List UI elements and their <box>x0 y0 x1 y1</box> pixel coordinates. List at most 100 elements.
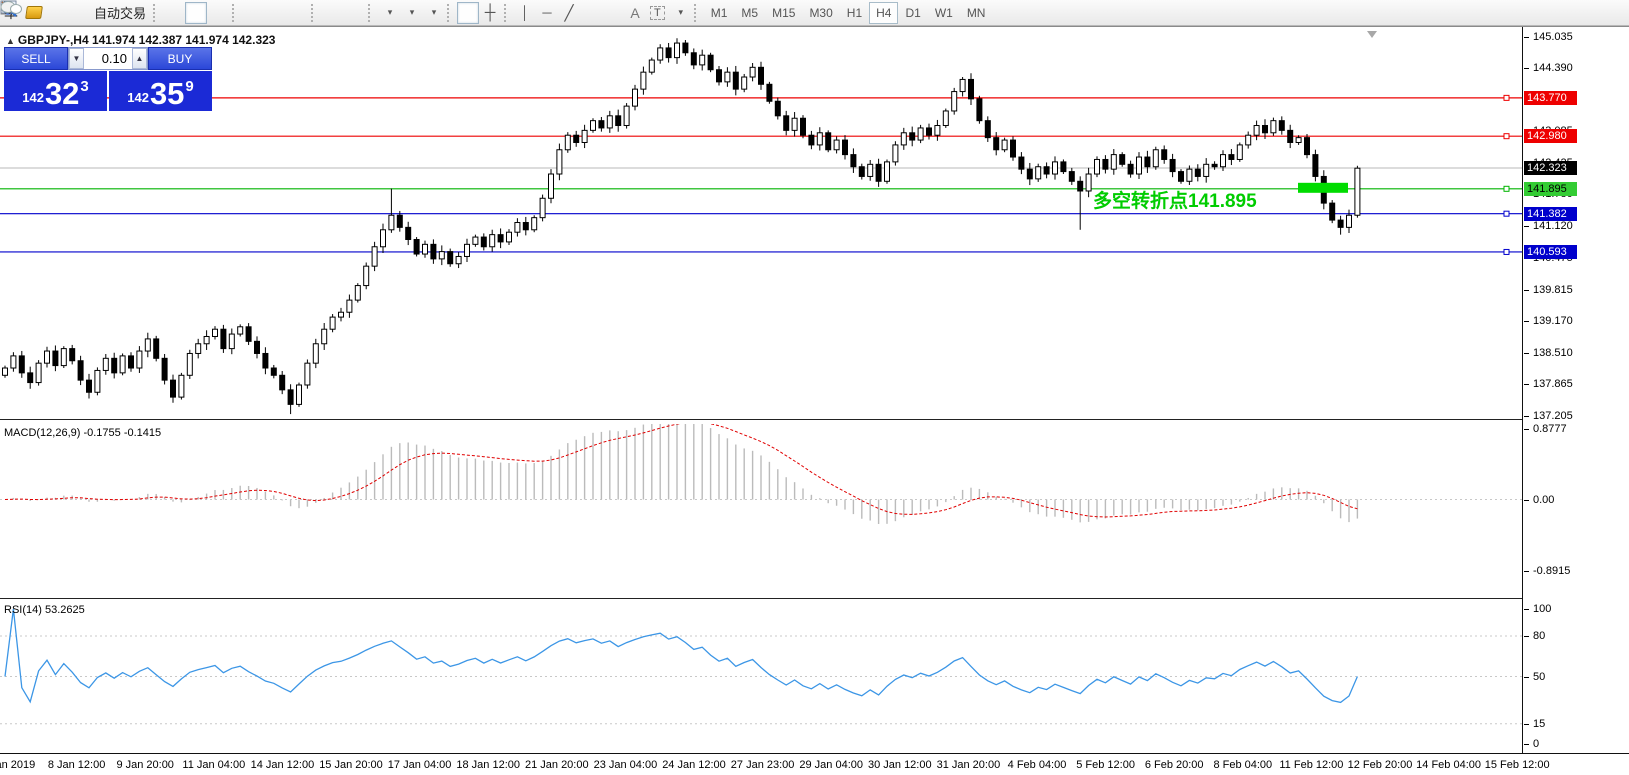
channel-tool-button[interactable]: E <box>1 1 602 24</box>
candle-body <box>774 100 781 117</box>
tile-windows-button[interactable] <box>1 1 308 24</box>
buy-price[interactable]: 142 35 9 <box>109 71 212 111</box>
date-tick-label: 23 Jan 04:00 <box>593 759 658 771</box>
zoom-in-button[interactable] <box>1 1 264 24</box>
candle-body <box>917 127 924 141</box>
caret-down-icon: ▾ <box>678 7 684 17</box>
indicators-button[interactable]: ▾ <box>0 1 400 24</box>
crosshair-tool-button[interactable]: ┼ <box>479 2 501 24</box>
buy-button[interactable]: BUY <box>148 47 212 70</box>
candle-body <box>1304 137 1310 156</box>
candle-body <box>1152 149 1159 168</box>
price-tick-label: 80 <box>1524 630 1545 642</box>
volume-decrease-button[interactable]: ▼ <box>69 48 84 69</box>
candle-body <box>716 69 722 83</box>
date-tick-label: 11 Jan 04:00 <box>182 759 246 771</box>
rsi-panel[interactable]: RSI(14) 53.2625 <box>0 601 1522 753</box>
toolbar-grip <box>447 3 454 22</box>
caret-down-icon: ▾ <box>431 7 437 17</box>
toolbar-grip <box>153 3 160 22</box>
candle-body <box>279 374 286 391</box>
signal-icon[interactable] <box>1 0 90 24</box>
rsi-line <box>4 608 1358 704</box>
timeframe-D1[interactable]: D1 <box>898 2 927 24</box>
price-axis[interactable]: 145.035144.390143.745143.085142.425141.7… <box>1522 27 1629 753</box>
candle-body <box>1018 156 1025 170</box>
arrows-tool-button[interactable]: ▾ <box>1 1 691 24</box>
candle-body <box>422 243 428 255</box>
chart-shift-marker[interactable] <box>1367 31 1377 38</box>
candle-body <box>581 129 588 143</box>
chart-shift-button[interactable] <box>4 2 365 24</box>
candle-body <box>531 217 538 231</box>
bar-chart-type-button[interactable] <box>2 2 185 24</box>
volume-value[interactable]: 0.10 <box>84 48 132 69</box>
auto-trading-button[interactable]: 自动交易 <box>0 1 150 24</box>
sell-price[interactable]: 142 32 3 <box>4 71 107 111</box>
date-axis[interactable]: 7 Jan 2019 8 Jan 12:00 9 Jan 20:00 11 Jan 0… <box>0 753 1629 775</box>
cursor-tool-button[interactable] <box>4 1 480 24</box>
green-highlight-bar[interactable] <box>1298 182 1348 193</box>
text-tool-button[interactable]: A <box>624 2 646 24</box>
candle-body <box>665 47 672 59</box>
candle-body <box>514 222 521 233</box>
candlestick-chart[interactable] <box>0 29 1522 419</box>
macd-chart[interactable] <box>0 424 1522 598</box>
candle-body <box>237 326 244 335</box>
date-tick-label: 4 Feb 04:00 <box>1007 759 1067 771</box>
history-center-icon[interactable] <box>22 2 46 24</box>
top-toolbar: 单 自动交易 ▾ ▾ ▾ ┼ │ ─ ╱ E F A T ▾ M1M5M15M3… <box>0 0 1629 26</box>
candle-body <box>791 117 798 131</box>
line-handle[interactable] <box>1503 133 1510 140</box>
candle-body <box>707 54 714 71</box>
date-tick-label: 7 Jan 2019 <box>0 759 36 771</box>
candlestick-chart-type-button[interactable] <box>2 1 208 24</box>
timeframe-H4[interactable]: H4 <box>869 1 899 24</box>
candle-body <box>69 348 76 362</box>
sell-price-big: 32 <box>44 76 80 111</box>
timeframe-M15[interactable]: M15 <box>765 2 802 24</box>
timeframe-MN[interactable]: MN <box>960 2 993 24</box>
candle-body <box>1102 158 1109 170</box>
timeframe-M1[interactable]: M1 <box>704 2 735 24</box>
candle-body <box>1110 154 1117 170</box>
timeframe-H1[interactable]: H1 <box>840 2 869 24</box>
label-tool-button[interactable]: T <box>646 2 669 24</box>
macd-panel[interactable]: MACD(12,26,9) -0.1755 -0.1415 <box>0 424 1522 598</box>
volume-increase-button[interactable]: ▲ <box>132 48 147 69</box>
timeframe-M30[interactable]: M30 <box>802 2 839 24</box>
date-tick-label: 6 Feb 20:00 <box>1144 759 1204 771</box>
auto-scroll-button[interactable] <box>2 2 343 24</box>
line-handle[interactable] <box>1503 210 1510 217</box>
line-handle[interactable] <box>1503 185 1510 192</box>
candle-body <box>1220 154 1226 168</box>
candle-body <box>35 362 42 384</box>
trendline-tool-button[interactable]: ╱ <box>558 2 580 24</box>
vertical-line-tool-button[interactable]: │ <box>514 2 536 24</box>
candle-body <box>968 78 974 100</box>
timeframe-W1[interactable]: W1 <box>928 2 960 24</box>
candle-body <box>850 154 857 168</box>
market-watch-icon[interactable] <box>0 0 68 24</box>
price-tick-label: 144.390 <box>1524 62 1573 74</box>
fibonacci-tool-button[interactable]: F <box>2 2 624 24</box>
date-tick-label: 14 Jan 12:00 <box>250 759 315 771</box>
candle-body <box>480 236 487 248</box>
templates-button[interactable]: ▾ <box>0 0 444 24</box>
line-handle[interactable] <box>1503 94 1510 101</box>
horizontal-line-tool-button[interactable]: ─ <box>536 2 558 24</box>
zoom-out-button[interactable] <box>1 1 286 24</box>
line-chart-type-button[interactable] <box>1 2 229 24</box>
candle-body <box>1287 129 1294 143</box>
periods-button[interactable]: ▾ <box>1 1 422 24</box>
candle-body <box>2 367 8 376</box>
candle-body <box>951 91 958 112</box>
rsi-chart[interactable] <box>0 601 1522 753</box>
date-tick-label: 24 Jan 12:00 <box>662 759 726 771</box>
line-handle[interactable] <box>1503 248 1510 255</box>
main-chart-panel[interactable]: ▲ GBPJPY-,H4 141.974 142.387 141.974 142.… <box>0 29 1522 419</box>
candle-body <box>77 360 84 381</box>
sell-button[interactable]: SELL <box>4 47 68 70</box>
candle-body <box>371 246 378 267</box>
timeframe-M5[interactable]: M5 <box>734 2 765 24</box>
